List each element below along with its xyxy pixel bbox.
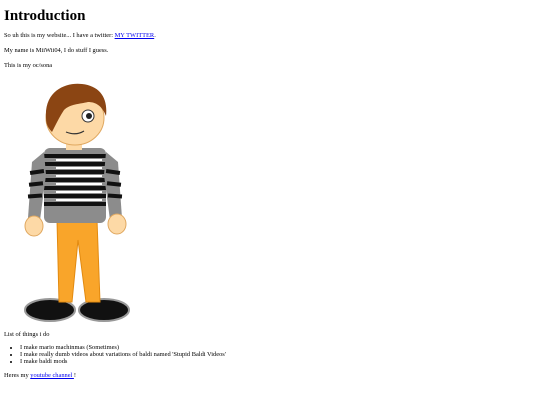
right-hand — [107, 213, 127, 235]
left-hand — [24, 215, 44, 237]
intro-suffix: . — [154, 32, 156, 39]
intro-text: So uh this is my website... I have a twi… — [4, 32, 115, 39]
things-list: I make mario machinmas (Sometimes) I mak… — [4, 344, 534, 365]
list-item: I make really dumb videos about variatio… — [20, 351, 534, 358]
page-content: Introduction So uh this is my website...… — [4, 6, 534, 380]
pants — [56, 219, 101, 303]
channel-prefix: Heres my — [4, 372, 31, 379]
oc-character-image — [24, 83, 130, 322]
youtube-channel-link[interactable]: youtube channel — [30, 372, 74, 379]
channel-paragraph: Heres my youtube channel ! — [4, 372, 534, 380]
name-paragraph: My name is MiiWii04, I do stuff I guess. — [4, 47, 109, 54]
list-item: I make mario machinmas (Sometimes) — [20, 344, 534, 351]
page-title: Introduction — [4, 8, 86, 24]
list-title: List of things i do — [4, 331, 50, 338]
intro-paragraph: So uh this is my website... I have a twi… — [4, 32, 534, 40]
twitter-link[interactable]: MY TWITTER — [115, 32, 155, 39]
oc-caption: This is my oc/sona — [4, 62, 53, 69]
channel-suffix: ! — [73, 372, 77, 379]
list-item: I make baldi mods — [20, 358, 534, 365]
